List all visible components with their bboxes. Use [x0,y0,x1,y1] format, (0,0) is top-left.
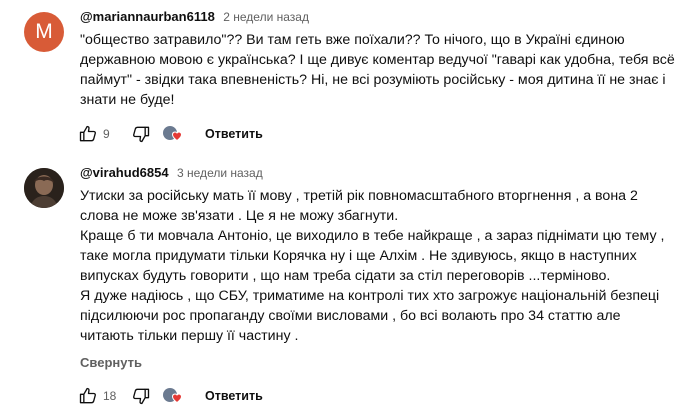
like-count: 18 [103,389,117,403]
reply-button[interactable]: Ответить [205,127,263,141]
thumb-up-icon [79,387,96,404]
dislike-button[interactable] [129,384,153,408]
thumb-down-icon [133,388,150,405]
like-count: 9 [103,127,110,141]
thumb-up-icon [79,125,96,142]
creator-heart-badge [163,386,185,406]
comment-author[interactable]: @mariannaurban6118 [80,9,215,24]
comment-actions: 9 Ответить [76,118,263,150]
avatar-letter: M [35,20,53,43]
comment-line: випусках будуть говорити , що нам треба … [80,268,611,284]
comment-line: державною мовою є українська? І ще дивує… [80,52,675,68]
comment-line: читають тільки першу її частину . [80,328,299,344]
avatar[interactable]: M [24,12,64,52]
creator-heart-badge [163,124,185,144]
comment-author[interactable]: @virahud6854 [80,165,169,180]
comment-line: Краще б ти мовчала Антоніо, це виходило … [80,228,665,244]
comment-header: @virahud6854 3 недели назад [80,164,263,182]
like-button[interactable] [76,384,100,408]
thumb-down-icon [133,126,150,143]
avatar[interactable] [24,168,64,208]
comment-actions: 18 Ответить [76,380,263,412]
creator-heart-icon [171,393,183,403]
comment-line: знати не буде! [80,92,175,108]
creator-heart-icon [171,131,183,141]
like-button[interactable] [76,122,100,146]
dislike-button[interactable] [129,122,153,146]
comment-text: "общество затравило"?? Ви там геть вже п… [80,30,680,110]
comment-time[interactable]: 2 недели назад [223,10,309,24]
comment-line: Я дуже надіюсь , що СБУ, триматиме на ко… [80,288,660,304]
comment-line: Утиски за російську мать її мову , треті… [80,188,638,204]
comment-line: підсилюючи рос пропаганду своїми вислова… [80,308,621,324]
comment-text: Утиски за російську мать її мову , треті… [80,186,680,346]
comment-line: слова не може зв'язати . Це я не можу зб… [80,208,399,224]
avatar-image [24,168,64,208]
comment-line: паймут" - звідки така впевненість? Ні, н… [80,72,666,88]
comment-line: таке могла придумати тільки Корячка ну і… [80,248,637,264]
comment-header: @mariannaurban6118 2 недели назад [80,8,309,26]
reply-button[interactable]: Ответить [205,389,263,403]
comment-line: "общество затравило"?? Ви там геть вже п… [80,32,625,48]
collapse-button[interactable]: Свернуть [80,355,142,370]
comment-time[interactable]: 3 недели назад [177,166,263,180]
